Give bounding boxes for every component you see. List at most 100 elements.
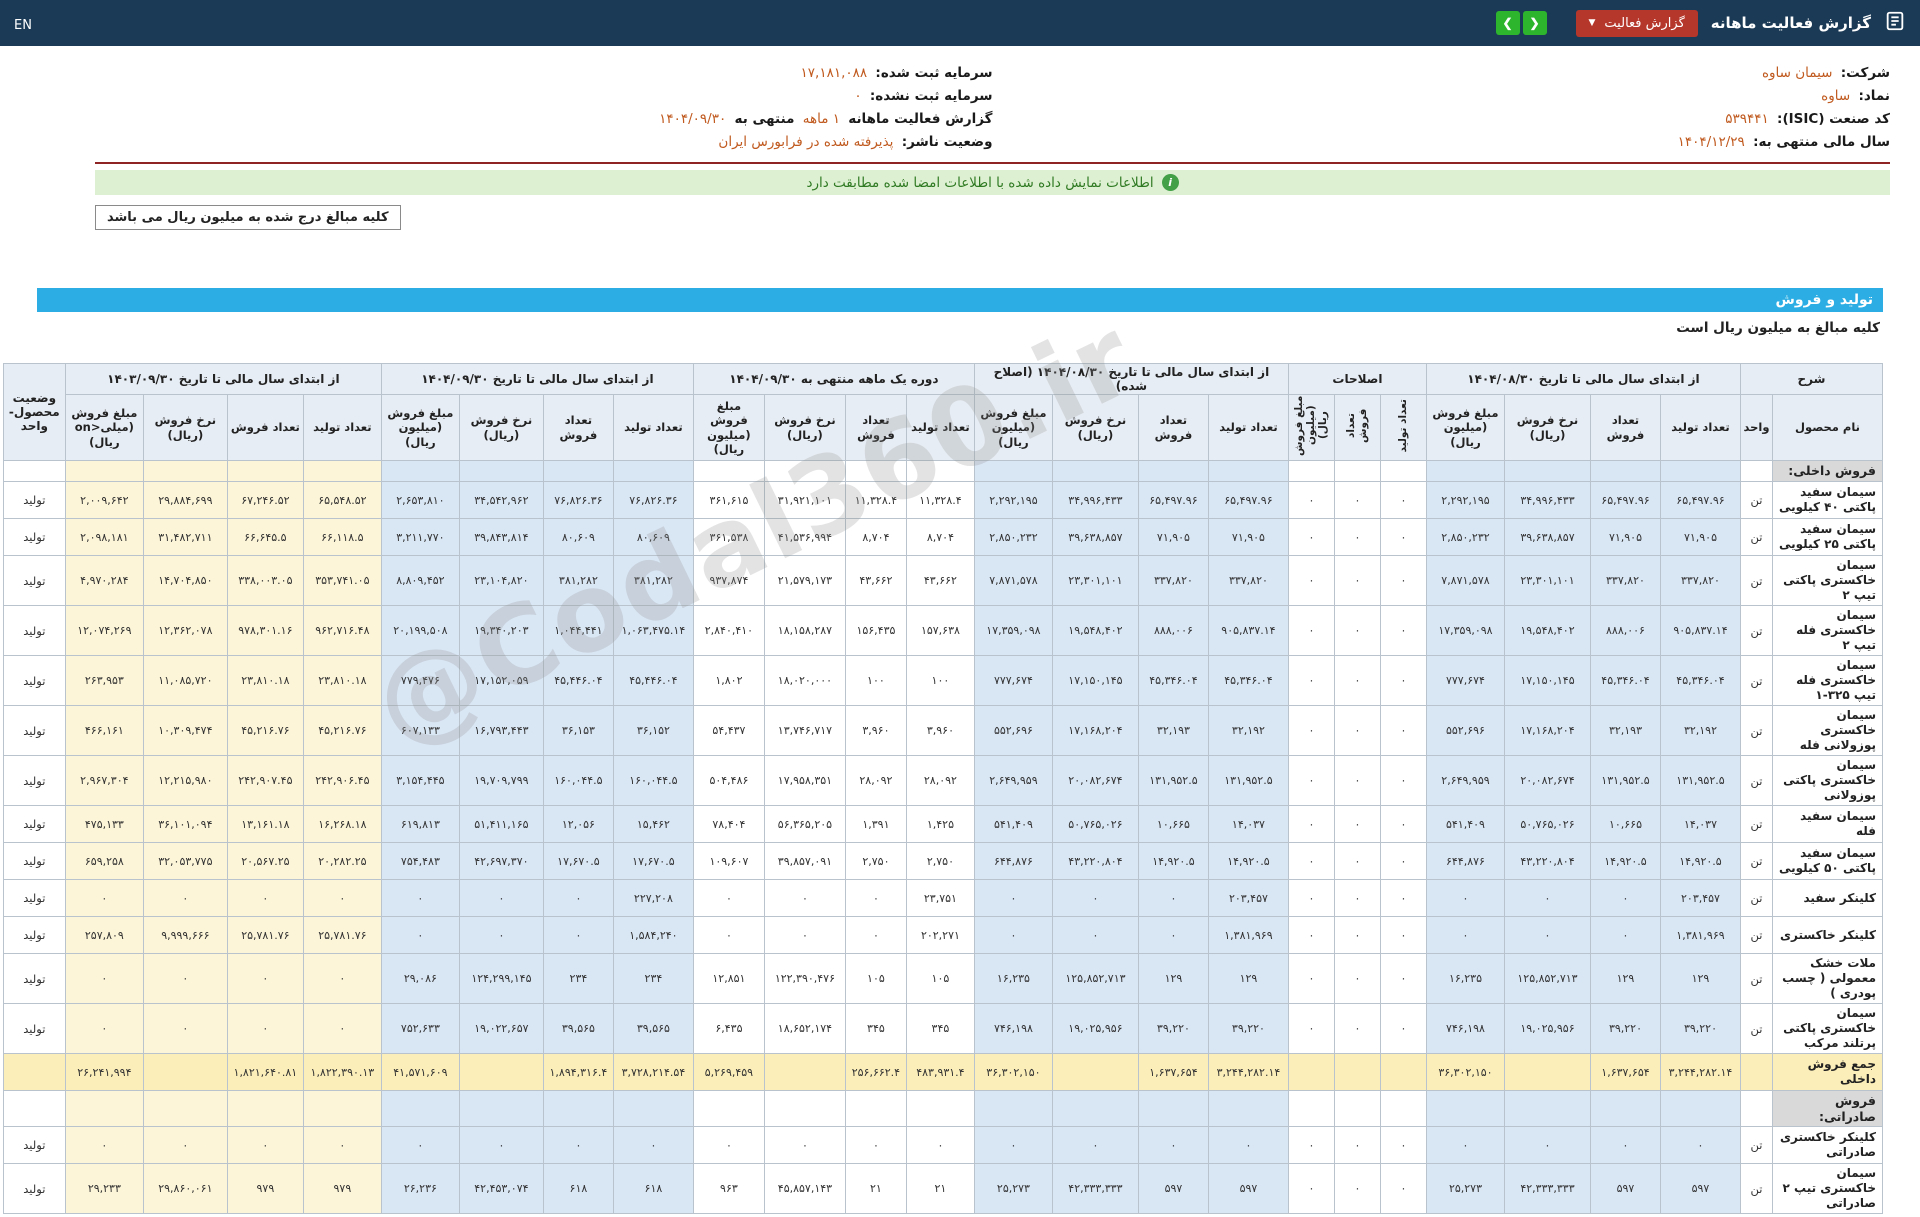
prev-report-button[interactable]: ❮ — [1495, 11, 1520, 35]
value-cell: ۲,۹۶۷,۳۰۴ — [64, 755, 144, 806]
value-cell: ۰ — [1379, 1003, 1427, 1054]
table-row: سیمان خاکستری تیپ ۲ صادراتی تن ۵۹۷ ۵۹۷ ۴۲,۳۳… — [2, 1163, 1883, 1215]
value-cell: ۰ — [1379, 555, 1427, 606]
value-cell: ۳,۹۶۰ — [844, 705, 907, 756]
value-cell: ۱۲,۰۵۶ — [542, 805, 614, 843]
value-cell: ۰ — [1425, 1126, 1505, 1165]
value-cell: ۰ — [1287, 842, 1335, 880]
column-header: تعداد فروش — [1333, 394, 1381, 461]
value-cell — [1425, 460, 1505, 482]
value-cell: ۵۹۷ — [1207, 1163, 1289, 1215]
value-cell: ۲۵,۲۷۳ — [1425, 1163, 1505, 1215]
value-cell: ۲,۰۰۹,۶۴۲ — [64, 481, 144, 519]
value-cell: ۲۱ — [905, 1163, 975, 1215]
info-value: ۱ ماهه — [802, 111, 840, 127]
value-cell: ۴۵,۲۱۶.۷۶ — [302, 705, 382, 756]
value-cell: ۳۶,۱۰۱,۰۹۴ — [142, 805, 228, 843]
value-cell: ۴۵,۴۴۶.۰۴ — [542, 655, 614, 706]
navbar-right-group: گزارش فعالیت ماهانه گزارش فعالیت ▼ ❮ ❯ — [1495, 9, 1907, 37]
value-cell: ۳,۷۲۸,۲۱۴.۵۴ — [612, 1053, 694, 1091]
value-cell: ۱۷,۶۷۰.۵ — [542, 842, 614, 880]
value-cell: ۷۴۶,۱۹۸ — [973, 1003, 1053, 1054]
value-cell: ۱۳,۷۴۶,۷۱۷ — [763, 705, 846, 756]
value-cell: ۲۰۳,۴۵۷ — [1659, 879, 1741, 917]
value-cell: ۳۲,۱۹۳ — [1589, 705, 1661, 756]
value-cell: ۷۱,۹۰۵ — [1659, 518, 1741, 556]
value-cell: ۰ — [1333, 481, 1381, 519]
value-cell: ۱۲۹ — [1659, 953, 1741, 1004]
value-cell: ۲,۶۴۹,۹۵۹ — [973, 755, 1053, 806]
unit-cell: تن — [1739, 655, 1774, 706]
value-cell: ۴۳,۲۲۰,۸۰۴ — [1051, 842, 1139, 880]
table-row: سیمان سفید فله تن ۱۴,۰۳۷ ۱۰,۶۶۵ ۵۰,۷۶۵,۰۲۶ ۵۴… — [2, 805, 1883, 843]
value-cell: ۰ — [142, 953, 228, 1004]
value-cell: ۱۶,۷۹۳,۴۴۳ — [458, 705, 544, 756]
value-cell: ۲۹,۲۳۳ — [64, 1163, 144, 1215]
top-navbar: گزارش فعالیت ماهانه گزارش فعالیت ▼ ❮ ❯ E… — [0, 0, 1920, 46]
value-cell — [64, 460, 144, 482]
value-cell: ۰ — [1333, 842, 1381, 880]
info-row: سال مالی منتهی به: ۱۴۰۴/۱۲/۲۹ — [993, 131, 1890, 154]
value-cell: ۰ — [1051, 916, 1139, 954]
value-cell: ۰ — [763, 879, 846, 917]
value-cell: ۴۱,۵۳۶,۹۹۴ — [763, 518, 846, 556]
value-cell: ۹۷۹ — [226, 1163, 304, 1215]
column-header: تعداد فروش — [226, 394, 304, 461]
value-cell: ۰ — [542, 916, 614, 954]
value-cell: ۲۳,۷۵۱ — [905, 879, 975, 917]
value-cell: ۲,۲۹۲,۱۹۵ — [1425, 481, 1505, 519]
value-cell: ۴۸۳,۹۳۱.۴ — [905, 1053, 975, 1091]
unit-cell: تن — [1739, 481, 1774, 519]
value-cell: ۲۵,۲۷۳ — [973, 1163, 1053, 1215]
value-cell: ۴۳,۶۶۲ — [844, 555, 907, 606]
period-group-header: از ابتدای سال مالی تا تاریخ ۱۴۰۴/۰۹/۳۰ — [380, 363, 694, 395]
value-cell: ۷۱,۹۰۵ — [1589, 518, 1661, 556]
value-cell: ۰ — [1207, 1126, 1289, 1165]
product-name-cell: سیمان خاکستری فله تیپ ۳۲۵-۱ — [1772, 655, 1883, 706]
value-cell: ۱,۳۹۱ — [844, 805, 907, 843]
value-cell — [905, 1089, 975, 1128]
value-cell — [226, 460, 304, 482]
value-cell: ۱۲۹ — [1207, 953, 1289, 1004]
info-value: ۱۴۰۴/۱۲/۲۹ — [1677, 134, 1745, 150]
value-cell: ۱,۵۸۴,۲۴۰ — [612, 916, 694, 954]
column-header: مبلغ فروش (میلیون ریال) — [692, 394, 765, 461]
report-icon — [1884, 10, 1906, 36]
value-cell: ۴۲,۶۹۷,۳۷۰ — [458, 842, 544, 880]
column-header: تعداد فروش — [542, 394, 614, 461]
value-cell: ۰ — [1379, 953, 1427, 1004]
value-cell — [302, 460, 382, 482]
table-row: ملات خشک معمولی ( چسب پودری ) تن ۱۲۹ ۱۲۹ ۱۲۵… — [2, 953, 1883, 1004]
company-info: شرکت: سیمان ساوه نماد: ساوه کد صنعت (ISI… — [95, 62, 1890, 154]
value-cell: ۰ — [1287, 1003, 1335, 1054]
value-cell: ۱۳۱,۹۵۲.۵ — [1659, 755, 1741, 806]
value-cell: ۱۹,۳۴۰,۲۰۳ — [458, 605, 544, 656]
value-cell: ۱,۰۴۴,۴۴۱ — [542, 605, 614, 656]
value-cell: ۱۳۱,۹۵۲.۵ — [1207, 755, 1289, 806]
value-cell: ۰ — [1589, 1126, 1661, 1165]
next-report-button[interactable]: ❯ — [1522, 11, 1547, 35]
info-value: ۱۷,۱۸۱,۰۸۸ — [800, 65, 868, 81]
value-cell: ۱,۰۶۳,۴۷۵.۱۴ — [612, 605, 694, 656]
value-cell — [1503, 1089, 1591, 1128]
value-cell — [905, 460, 975, 482]
value-cell: ۶۱۸ — [542, 1163, 614, 1215]
value-cell: ۰ — [1333, 1126, 1381, 1165]
value-cell: ۳۹,۶۳۸,۸۵۷ — [1503, 518, 1591, 556]
value-cell: ۰ — [1137, 1126, 1209, 1165]
value-cell: ۲۰,۰۸۲,۶۷۴ — [1503, 755, 1591, 806]
period-group-header: دوره یک ماهه منتهی به ۱۴۰۴/۰۹/۳۰ — [692, 363, 975, 395]
value-cell — [142, 1089, 228, 1128]
value-cell: ۱۴,۷۰۴,۸۵۰ — [142, 555, 228, 606]
report-type-dropdown[interactable]: گزارش فعالیت ▼ — [1575, 9, 1698, 37]
value-cell: ۹۳۷,۸۷۴ — [692, 555, 765, 606]
value-cell: ۱۵۶,۴۳۵ — [844, 605, 907, 656]
product-name-cell: جمع فروش داخلی — [1772, 1053, 1883, 1091]
value-cell: ۱۰,۶۶۵ — [1589, 805, 1661, 843]
value-cell: ۲۳,۸۱۰.۱۸ — [226, 655, 304, 706]
value-cell: ۱۲۵,۸۵۲,۷۱۳ — [1051, 953, 1139, 1004]
value-cell — [542, 460, 614, 482]
language-toggle[interactable]: EN — [14, 18, 32, 33]
value-cell: ۰ — [142, 1003, 228, 1054]
value-cell — [1207, 460, 1289, 482]
